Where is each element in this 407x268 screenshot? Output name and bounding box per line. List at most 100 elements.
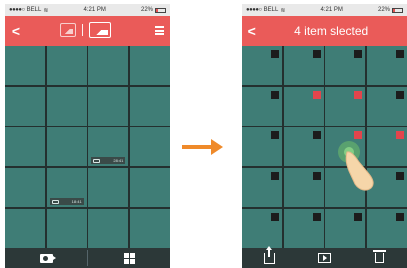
thumbnail-cell[interactable] — [88, 86, 129, 126]
battery-percent: 22% — [140, 7, 153, 13]
thumbnail-cell[interactable] — [283, 127, 324, 167]
thumbnail-cell[interactable]: 28:41 — [88, 127, 129, 167]
thumbnail-cell[interactable] — [242, 168, 282, 208]
unselected-checkbox[interactable] — [312, 50, 321, 58]
selection-title: 4 item slected — [294, 24, 369, 38]
thumbnail-cell[interactable] — [325, 127, 366, 167]
video-duration-badge: 28:41 — [91, 157, 126, 165]
multi-select-button[interactable] — [88, 248, 170, 268]
video-icon — [93, 158, 101, 163]
bottom-toolbar — [242, 245, 407, 268]
trash-icon — [373, 250, 386, 263]
unselected-checkbox[interactable] — [312, 212, 321, 221]
thumbnail-cell[interactable] — [242, 86, 282, 126]
camera-button[interactable] — [5, 248, 87, 268]
thumbnail-cell[interactable] — [242, 127, 282, 167]
thumbnail-cell[interactable] — [46, 127, 87, 167]
thumbnail-cell[interactable] — [367, 127, 407, 167]
signal-icon: ●●●●○ — [246, 7, 262, 13]
thumbnail-cell[interactable] — [242, 208, 282, 248]
tutorial-scene: ●●●●○ BELL ≋ 4:21 PM 22% < 28:41 18:41 ●… — [0, 0, 407, 268]
status-bar: ●●●●○ BELL ≋ 4:21 PM 22% — [242, 4, 407, 16]
thumbnail-cell[interactable] — [367, 208, 407, 248]
unselected-checkbox[interactable] — [396, 212, 405, 221]
thumbnail-cell[interactable] — [130, 168, 170, 208]
back-icon[interactable]: < — [5, 23, 27, 39]
back-icon[interactable]: < — [242, 23, 261, 39]
thumbnail-cell[interactable] — [130, 127, 170, 167]
battery-icon — [392, 7, 403, 13]
thumbnail-cell[interactable] — [130, 86, 170, 126]
thumbnail-cell[interactable] — [5, 127, 45, 167]
unselected-checkbox[interactable] — [354, 212, 363, 221]
battery-percent: 22% — [377, 7, 390, 13]
video-duration: 18:41 — [71, 199, 82, 205]
video-duration-badge: 18:41 — [49, 198, 84, 206]
status-time: 4:21 PM — [320, 7, 343, 13]
thumbnail-grid — [242, 46, 407, 248]
thumbnail-cell[interactable] — [130, 208, 170, 248]
multi-select-icon — [123, 252, 135, 264]
thumbnail-cell[interactable] — [5, 86, 45, 126]
unselected-checkbox[interactable] — [396, 90, 405, 99]
thumbnail-cell[interactable] — [283, 168, 324, 208]
thumbnail-cell[interactable] — [5, 168, 45, 208]
thumbnail-cell[interactable] — [46, 208, 87, 248]
unselected-checkbox[interactable] — [271, 172, 279, 181]
camera-icon — [39, 253, 56, 263]
battery-icon — [155, 7, 166, 13]
thumbnail-cell[interactable]: 18:41 — [46, 168, 87, 208]
unselected-checkbox[interactable] — [271, 212, 279, 221]
thumbnail-cell[interactable] — [367, 168, 407, 208]
status-time: 4:21 PM — [83, 7, 106, 13]
selected-checkbox[interactable] — [354, 131, 363, 140]
play-button[interactable] — [297, 248, 352, 268]
selected-checkbox[interactable] — [312, 90, 321, 99]
selected-checkbox[interactable] — [354, 90, 363, 99]
unselected-checkbox[interactable] — [271, 90, 279, 99]
unselected-checkbox[interactable] — [354, 172, 363, 181]
status-bar: ●●●●○ BELL ≋ 4:21 PM 22% — [5, 4, 170, 16]
thumbnail-cell[interactable] — [5, 208, 45, 248]
menu-icon[interactable] — [155, 26, 164, 35]
thumbnail-cell[interactable] — [130, 46, 170, 85]
video-icon — [51, 199, 59, 204]
unselected-checkbox[interactable] — [312, 172, 321, 181]
thumbnail-cell[interactable] — [283, 208, 324, 248]
thumbnail-cell[interactable] — [46, 86, 87, 126]
signal-icon: ●●●●○ — [9, 7, 25, 13]
bottom-toolbar — [5, 248, 170, 268]
nav-bar: < — [5, 16, 170, 46]
delete-button[interactable] — [352, 248, 407, 268]
carrier-label: BELL — [26, 7, 42, 13]
thumbnail-cell[interactable] — [325, 208, 366, 248]
thumbnail-cell[interactable] — [46, 46, 87, 85]
thumbnail-cell[interactable] — [242, 46, 282, 85]
unselected-checkbox[interactable] — [271, 131, 279, 140]
thumbnail-cell[interactable] — [325, 46, 366, 85]
selected-checkbox[interactable] — [396, 131, 405, 140]
unselected-checkbox[interactable] — [354, 50, 363, 58]
thumbnail-cell[interactable] — [367, 86, 407, 126]
thumbnail-cell[interactable] — [325, 168, 366, 208]
thumbnail-cell[interactable] — [325, 86, 366, 126]
thumbnail-cell[interactable] — [367, 46, 407, 85]
photos-tab-icon[interactable] — [60, 23, 76, 37]
wifi-icon: ≋ — [43, 7, 49, 14]
share-button[interactable] — [242, 245, 297, 268]
unselected-checkbox[interactable] — [271, 50, 279, 58]
gallery-tab-icon[interactable] — [89, 22, 111, 38]
unselected-checkbox[interactable] — [312, 131, 321, 140]
thumbnail-cell[interactable] — [283, 46, 324, 85]
thumbnail-cell[interactable] — [88, 46, 129, 85]
tab-divider — [82, 24, 83, 36]
thumbnail-cell[interactable] — [88, 208, 129, 248]
thumbnail-cell[interactable] — [88, 168, 129, 208]
thumbnail-cell[interactable] — [283, 86, 324, 126]
unselected-checkbox[interactable] — [396, 172, 405, 181]
unselected-checkbox[interactable] — [396, 50, 405, 58]
thumbnail-cell[interactable] — [5, 46, 45, 85]
wifi-icon: ≋ — [280, 7, 286, 14]
share-icon — [264, 245, 275, 264]
play-icon — [318, 253, 331, 263]
